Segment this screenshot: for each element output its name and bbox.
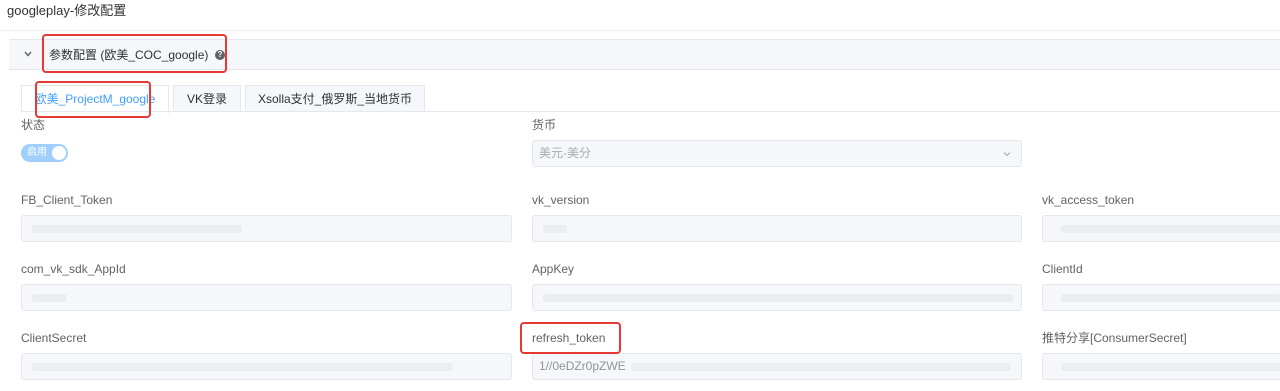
chevron-down-icon [1003, 152, 1011, 157]
currency-label: 货币 [532, 118, 557, 132]
com-vk-sdk-appid-label: com_vk_sdk_AppId [21, 262, 126, 276]
status-label: 状态 [21, 118, 46, 132]
masked-value [1061, 363, 1280, 371]
tab-xsolla-payment[interactable]: Xsolla支付_俄罗斯_当地货币 [245, 85, 425, 112]
appkey-label: AppKey [532, 262, 575, 276]
currency-select[interactable]: 美元-美分 [532, 140, 1022, 167]
masked-value [1061, 225, 1280, 233]
fb-client-token-input[interactable] [21, 215, 512, 242]
tabs-divider [21, 111, 1280, 112]
masked-value [631, 363, 1011, 371]
clientsecret-label: ClientSecret [21, 331, 87, 345]
chevron-down-icon[interactable] [23, 49, 33, 59]
status-toggle-text: 启用 [27, 147, 47, 158]
status-toggle[interactable]: 启用 [21, 144, 68, 162]
clientid-label: ClientId [1042, 262, 1083, 276]
vk-access-token-input[interactable] [1042, 215, 1280, 242]
highlight-panel-title [42, 34, 227, 73]
fb-client-token-label: FB_Client_Token [21, 193, 113, 207]
toggle-knob [52, 146, 66, 160]
refresh-token-value: 1//0eDZr0pZWE [539, 359, 626, 373]
masked-value [32, 294, 66, 302]
clientid-input[interactable] [1042, 284, 1280, 311]
refresh-token-input[interactable]: 1//0eDZr0pZWE [532, 353, 1022, 380]
clientsecret-input[interactable] [21, 353, 512, 380]
masked-value [543, 225, 567, 233]
page-divider [0, 30, 1280, 31]
highlight-active-tab [35, 81, 151, 118]
consumer-secret-input[interactable] [1042, 353, 1280, 380]
vk-access-token-label: vk_access_token [1042, 193, 1135, 207]
tab-vk-login[interactable]: VK登录 [173, 85, 241, 112]
vk-version-input[interactable] [532, 215, 1022, 242]
appkey-input[interactable] [532, 284, 1022, 311]
masked-value [32, 225, 242, 233]
masked-value [543, 294, 1013, 302]
com-vk-sdk-appid-input[interactable] [21, 284, 512, 311]
highlight-refresh-token [520, 322, 621, 354]
vk-version-label: vk_version [532, 193, 590, 207]
consumer-secret-label: 推特分享[ConsumerSecret] [1042, 331, 1187, 345]
masked-value [32, 363, 452, 371]
masked-value [1061, 294, 1280, 302]
currency-select-value: 美元-美分 [539, 146, 591, 160]
page-title: googleplay-修改配置 [7, 3, 127, 18]
